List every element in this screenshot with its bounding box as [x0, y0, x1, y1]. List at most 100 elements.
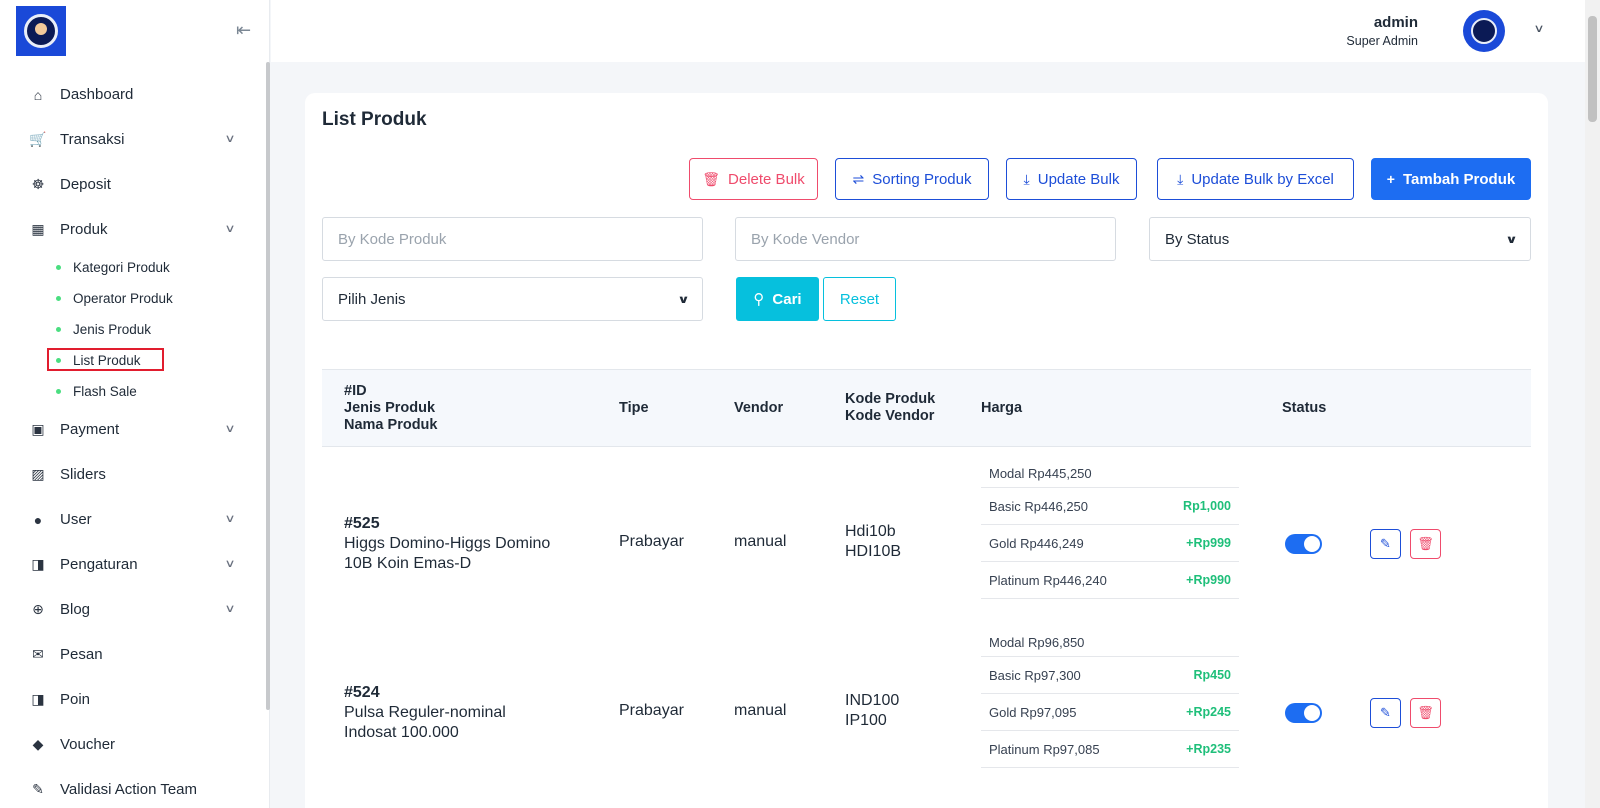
sidebar-item-produk[interactable]: ▦ Produk ∨: [0, 207, 262, 252]
reset-label: Reset: [839, 290, 880, 308]
sidebar-item-payment[interactable]: ▣ Payment ∨: [0, 407, 262, 452]
delete-button[interactable]: 🗑: [1410, 698, 1441, 728]
update-bulk-excel-button[interactable]: ⤓ Update Bulk by Excel: [1157, 158, 1354, 200]
avatar[interactable]: [1463, 10, 1505, 52]
sidebar-item-transaksi[interactable]: 🛒 Transaksi ∨: [0, 117, 262, 162]
col-header-status[interactable]: Status: [1282, 400, 1326, 417]
chevron-down-icon: ∨: [224, 603, 236, 615]
sidebar-item-dashboard[interactable]: ⌂ Dashboard: [0, 72, 262, 117]
sidebar-subitem-label: Jenis Produk: [73, 322, 152, 337]
chevron-down-icon: ∨: [224, 558, 236, 570]
price-markup: Rp1,000: [1183, 499, 1231, 513]
col-header-kode[interactable]: Kode Produk Kode Vendor: [845, 391, 935, 425]
sidebar-item-user[interactable]: ● User ∨: [0, 497, 262, 542]
user-name: admin: [1373, 14, 1418, 31]
price-markup: +Rp990: [1186, 573, 1231, 587]
sidebar-item-poin[interactable]: ◨ Poin: [0, 677, 262, 722]
sidebar-item-label: Voucher: [60, 736, 116, 753]
page-scrollbar[interactable]: [1585, 0, 1600, 808]
col-header-id-line: #ID: [344, 383, 367, 399]
delete-bulk-label: Delete Bulk: [728, 170, 805, 188]
col-header-id[interactable]: #ID Jenis Produk Nama Produk: [344, 383, 437, 434]
product-name-line: Higgs Domino-Higgs Domino: [344, 535, 551, 552]
reset-button[interactable]: Reset: [823, 277, 896, 321]
price-label: Modal Rp96,850: [989, 634, 1085, 650]
delete-button[interactable]: 🗑: [1410, 529, 1441, 559]
top-header: admin Super Admin ∨: [271, 0, 1585, 62]
kode-produk: IND100: [845, 692, 900, 709]
sidebar-subitem-operator-produk[interactable]: Operator Produk: [0, 283, 262, 314]
plus-icon: +: [1386, 171, 1395, 187]
kode-vendor-placeholder: By Kode Vendor: [751, 230, 860, 248]
col-header-vendor[interactable]: Vendor: [734, 400, 783, 417]
delete-bulk-button[interactable]: 🗑 Delete Bulk: [689, 158, 818, 200]
price-row-gold: Gold Rp446,249 +Rp999: [981, 525, 1239, 562]
sidebar-scrollbar[interactable]: [266, 62, 270, 710]
active-highlight-box: [47, 348, 164, 371]
sidebar-item-pesan[interactable]: ✉ Pesan: [0, 632, 262, 677]
brand-logo[interactable]: [16, 6, 66, 56]
sorting-produk-button[interactable]: ⇌ Sorting Produk: [835, 158, 989, 200]
status-toggle[interactable]: [1285, 703, 1322, 723]
sidebar-item-label: User: [60, 511, 92, 528]
product-list-card: List Produk 🗑 Delete Bulk ⇌ Sorting Prod…: [305, 93, 1548, 808]
sidebar-item-deposit[interactable]: ☸ Deposit: [0, 162, 262, 207]
pencil-icon: ✎: [1380, 705, 1391, 720]
product-id-name-cell: #525 Higgs Domino-Higgs Domino 10B Koin …: [344, 514, 594, 574]
price-label: Basic Rp446,250: [989, 498, 1089, 514]
download-icon: ⤓: [1023, 170, 1030, 187]
sidebar-item-sliders[interactable]: ▨ Sliders: [0, 452, 262, 497]
jenis-select[interactable]: Pilih Jenis ∨: [322, 277, 703, 321]
user-menu-chevron-icon[interactable]: ∨: [1533, 22, 1544, 35]
sidebar-subitem-label: Operator Produk: [73, 291, 173, 306]
sidebar-subitem-jenis-produk[interactable]: Jenis Produk: [0, 314, 262, 345]
tag-icon: ◆: [32, 736, 44, 752]
update-bulk-button[interactable]: ⤓ Update Bulk: [1006, 158, 1137, 200]
search-button[interactable]: ⚲ Cari: [736, 277, 819, 321]
sidebar: ⇤ ⌂ Dashboard 🛒 Transaksi ∨ ☸ Deposit ▦ …: [0, 0, 270, 808]
sidebar-subitem-list-produk[interactable]: List Produk: [0, 345, 262, 376]
status-toggle[interactable]: [1285, 534, 1322, 554]
price-markup: +Rp235: [1186, 742, 1231, 756]
kode-produk: Hdi10b: [845, 523, 896, 540]
kode-produk-placeholder: By Kode Produk: [338, 230, 447, 248]
kode-produk-input[interactable]: By Kode Produk: [322, 217, 703, 261]
col-header-harga[interactable]: Harga: [981, 400, 1022, 417]
collapse-sidebar-icon[interactable]: ⇤: [236, 20, 251, 41]
edit-button[interactable]: ✎: [1370, 698, 1401, 728]
price-label: Platinum Rp446,240: [989, 572, 1107, 588]
product-id: #525: [344, 515, 380, 532]
chevron-down-icon: ∨: [224, 223, 236, 235]
price-label: Basic Rp97,300: [989, 667, 1081, 683]
sidebar-subitem-label: Flash Sale: [73, 384, 137, 399]
update-bulk-excel-label: Update Bulk by Excel: [1191, 170, 1334, 188]
status-selected-value: By Status: [1165, 230, 1230, 248]
sidebar-item-label: Payment: [60, 421, 120, 438]
sidebar-item-pengaturan[interactable]: ◨ Pengaturan ∨: [0, 542, 262, 587]
col-header-nama-line: Nama Produk: [344, 417, 438, 433]
sidebar-subitem-flash-sale[interactable]: Flash Sale: [0, 376, 262, 407]
bullet-dot-icon: [56, 265, 61, 270]
trash-icon: 🗑: [1417, 705, 1434, 720]
sidebar-item-label: Validasi Action Team: [60, 781, 198, 798]
sidebar-subitem-label: Kategori Produk: [73, 260, 170, 275]
image-icon: ▨: [31, 466, 45, 482]
status-select[interactable]: By Status ∨: [1149, 217, 1531, 261]
product-tipe: Prabayar: [619, 702, 684, 719]
logo-emblem-icon: [24, 14, 58, 48]
edit-button[interactable]: ✎: [1370, 529, 1401, 559]
col-header-kode-produk-line: Kode Produk: [845, 391, 936, 407]
tambah-produk-button[interactable]: + Tambah Produk: [1371, 158, 1531, 200]
sidebar-item-validasi-action-team[interactable]: ✎ Validasi Action Team: [0, 767, 262, 808]
price-list: Modal Rp96,850 Basic Rp97,300 Rp450 Gold…: [981, 628, 1239, 768]
sidebar-item-blog[interactable]: ⊕ Blog ∨: [0, 587, 262, 632]
product-kode-cell: IND100 IP100: [845, 691, 899, 731]
kode-vendor-input[interactable]: By Kode Vendor: [735, 217, 1116, 261]
scrollbar-thumb[interactable]: [1588, 16, 1597, 122]
sidebar-item-voucher[interactable]: ◆ Voucher: [0, 722, 262, 767]
deposit-icon: ☸: [31, 176, 45, 192]
kode-vendor: HDI10B: [845, 543, 902, 560]
sidebar-subitem-kategori-produk[interactable]: Kategori Produk: [0, 252, 262, 283]
col-header-tipe[interactable]: Tipe: [619, 400, 649, 417]
product-vendor: manual: [734, 533, 787, 550]
